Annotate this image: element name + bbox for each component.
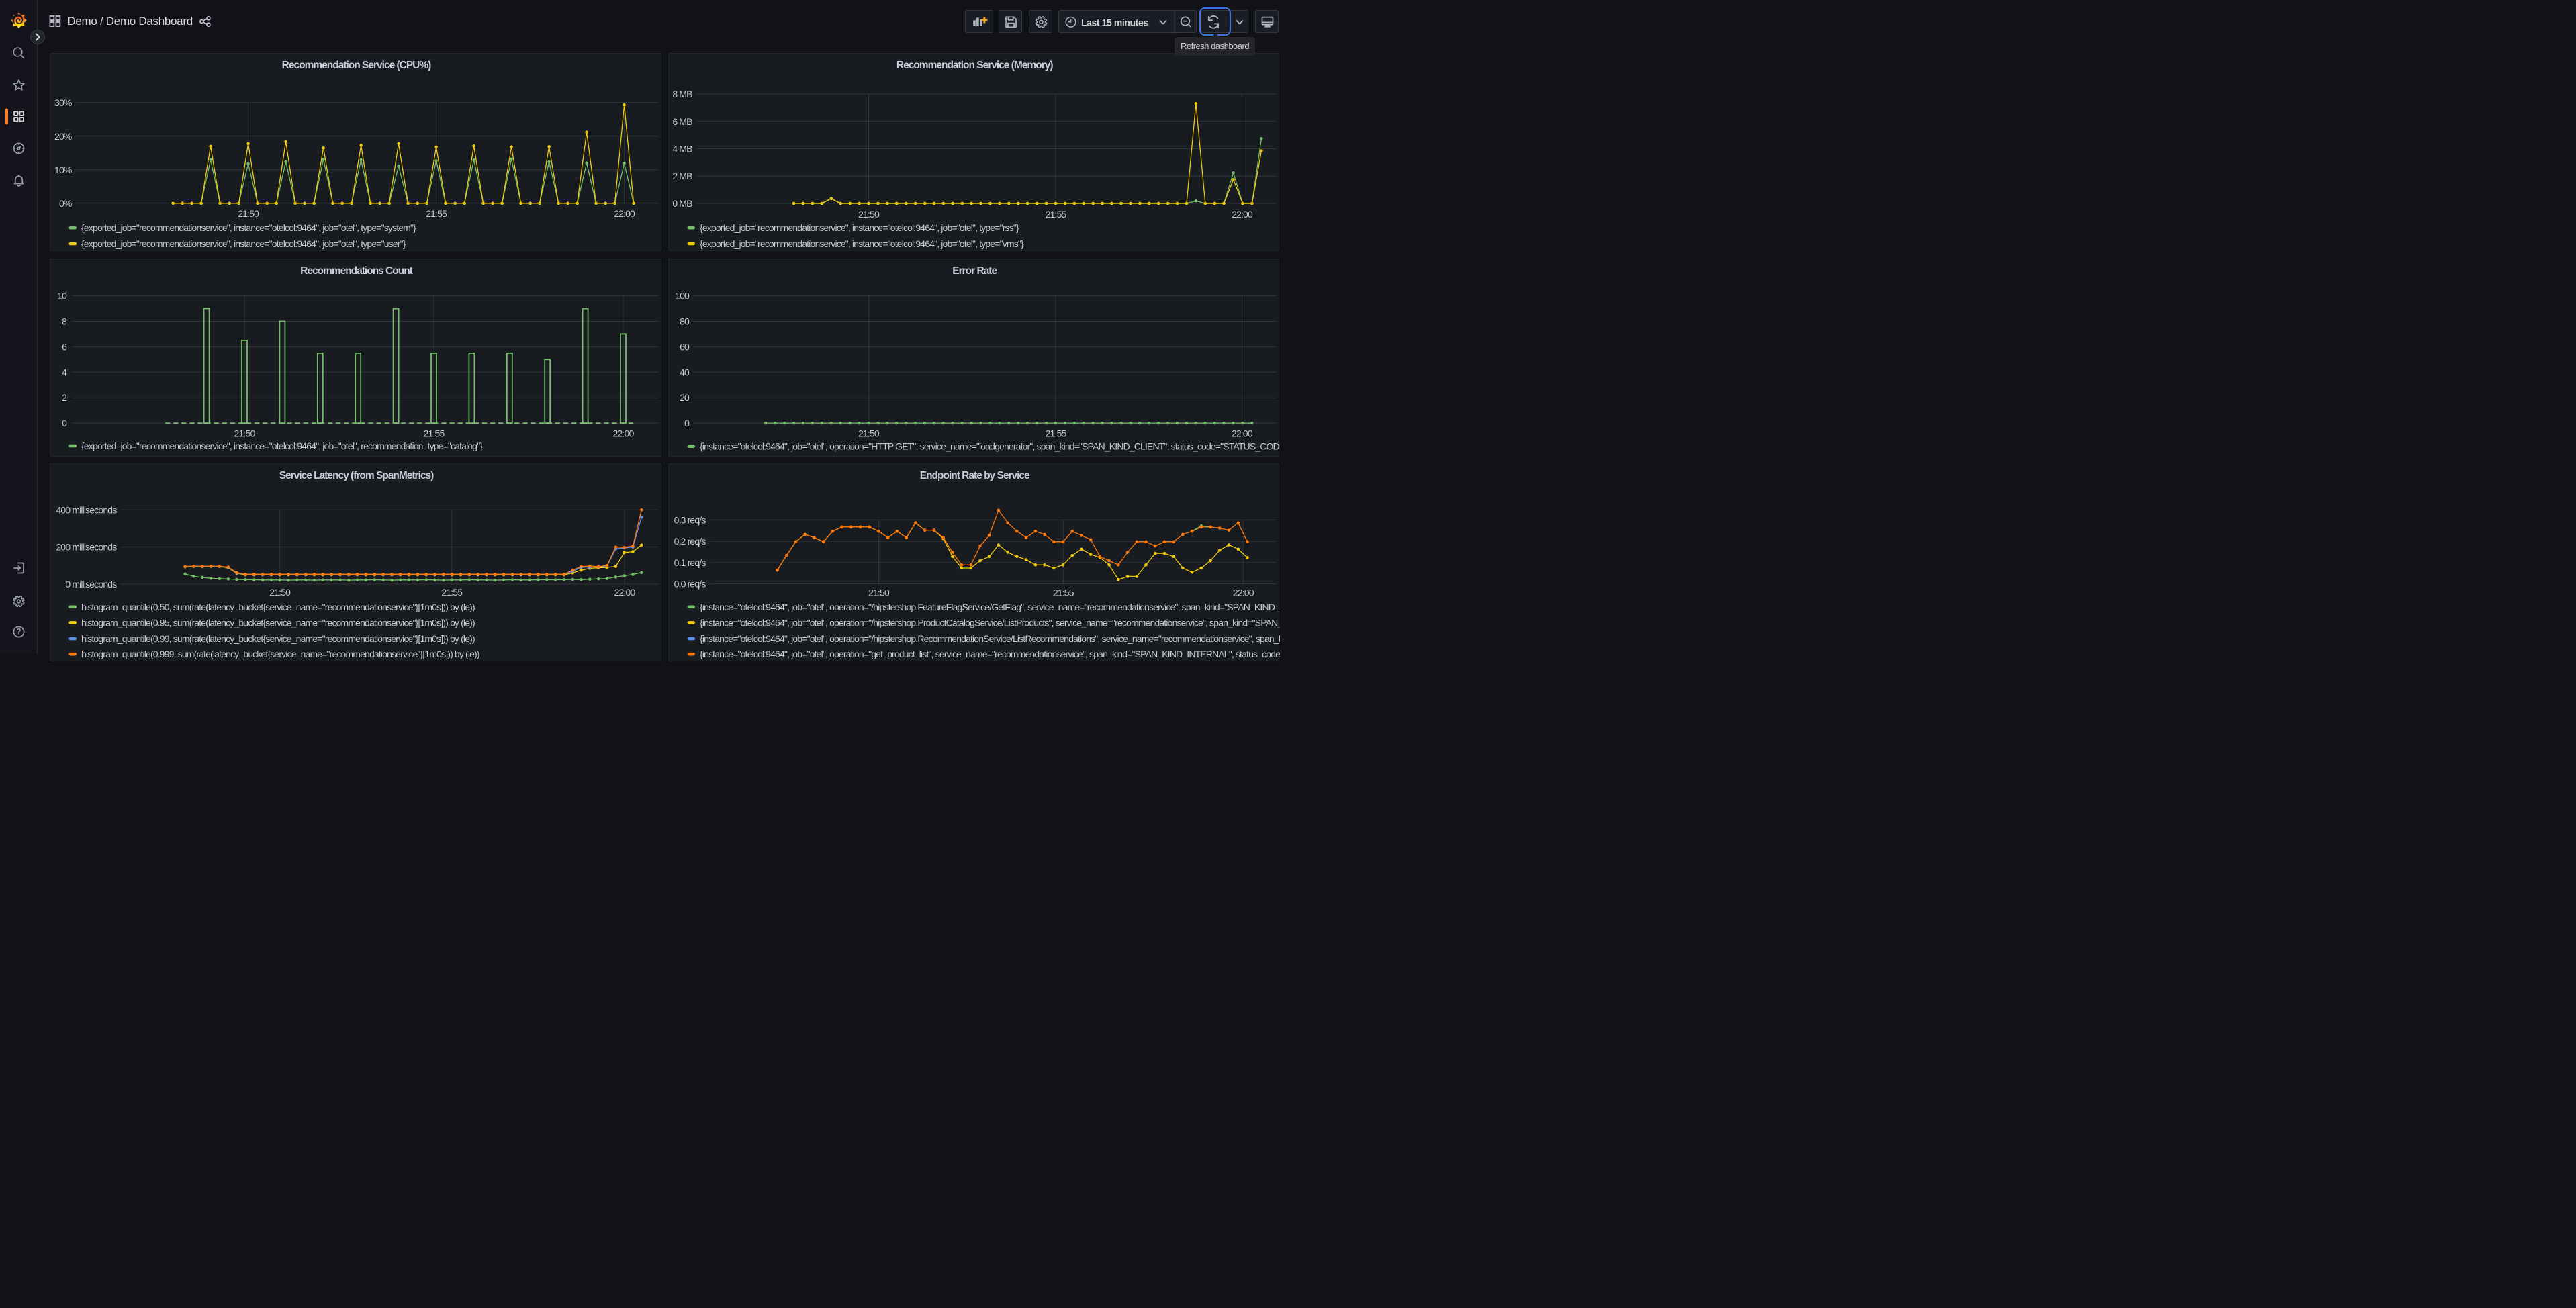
svg-text:Service Latency (from SpanMetr: Service Latency (from SpanMetrics): [279, 470, 434, 481]
svg-text:40: 40: [680, 367, 690, 377]
svg-text:200 milliseconds: 200 milliseconds: [56, 542, 117, 553]
svg-text:{exported_job="recommendations: {exported_job="recommendationservice", i…: [81, 440, 483, 451]
svg-text:{instance="otelcol:9464", job=: {instance="otelcol:9464", job="otel", op…: [700, 649, 1281, 659]
svg-text:60: 60: [680, 341, 690, 352]
svg-text:21:50: 21:50: [868, 587, 890, 598]
svg-text:0%: 0%: [59, 198, 72, 209]
svg-text:{instance="otelcol:9464", job=: {instance="otelcol:9464", job="otel", op…: [700, 617, 1281, 628]
svg-text:Recommendations Count: Recommendations Count: [300, 265, 413, 277]
svg-text:0 milliseconds: 0 milliseconds: [65, 579, 117, 590]
svg-text:400 milliseconds: 400 milliseconds: [56, 504, 117, 515]
svg-text:0.3 req/s: 0.3 req/s: [674, 514, 706, 525]
svg-text:{instance="otelcol:9464", job=: {instance="otelcol:9464", job="otel", op…: [700, 602, 1281, 612]
svg-text:Endpoint Rate by Service: Endpoint Rate by Service: [919, 470, 1029, 481]
svg-text:22:00: 22:00: [614, 208, 635, 219]
svg-text:0.0 req/s: 0.0 req/s: [674, 579, 706, 590]
svg-text:2: 2: [62, 392, 67, 403]
svg-text:Recommendation Service (CPU%): Recommendation Service (CPU%): [282, 60, 431, 71]
svg-text:20%: 20%: [54, 131, 72, 142]
svg-text:{exported_job="recommendations: {exported_job="recommendationservice", i…: [81, 238, 406, 249]
svg-text:Last 15 minutes: Last 15 minutes: [1081, 17, 1148, 28]
svg-text:0 MB: 0 MB: [672, 198, 692, 209]
svg-text:80: 80: [680, 316, 690, 326]
svg-text:21:55: 21:55: [424, 428, 445, 438]
svg-text:{exported_job="recommendations: {exported_job="recommendationservice", i…: [81, 222, 416, 233]
svg-text:0.2 req/s: 0.2 req/s: [674, 536, 706, 547]
svg-text:2 MB: 2 MB: [672, 171, 692, 181]
svg-text:8: 8: [62, 316, 67, 326]
svg-text:6: 6: [62, 341, 67, 352]
svg-text:22:00: 22:00: [614, 587, 636, 598]
svg-text:21:55: 21:55: [1045, 428, 1066, 438]
svg-text:{exported_job="recommendations: {exported_job="recommendationservice", i…: [700, 238, 1024, 249]
svg-text:histogram_quantile(0.999, sum(: histogram_quantile(0.999, sum(rate(laten…: [81, 649, 479, 659]
svg-text:8 MB: 8 MB: [672, 89, 692, 99]
svg-text:22:00: 22:00: [613, 428, 635, 438]
svg-text:21:55: 21:55: [441, 587, 463, 598]
svg-text:20: 20: [680, 392, 690, 403]
svg-text:0: 0: [684, 418, 690, 428]
svg-text:21:50: 21:50: [269, 587, 291, 598]
svg-text:21:50: 21:50: [238, 208, 259, 219]
svg-text:30%: 30%: [54, 97, 72, 108]
svg-text:21:55: 21:55: [1045, 209, 1066, 220]
svg-text:Recommendation Service (Memory: Recommendation Service (Memory): [896, 60, 1052, 71]
svg-text:22:00: 22:00: [1232, 587, 1254, 598]
svg-text:22:00: 22:00: [1232, 209, 1253, 220]
svg-text:21:55: 21:55: [426, 208, 447, 219]
svg-text:21:50: 21:50: [234, 428, 256, 438]
svg-text:21:50: 21:50: [858, 209, 880, 220]
svg-text:{instance="otelcol:9464", job=: {instance="otelcol:9464", job="otel", op…: [700, 440, 1281, 451]
svg-text:100: 100: [675, 290, 690, 301]
svg-text:4: 4: [62, 367, 67, 377]
svg-text:10%: 10%: [54, 165, 72, 175]
svg-text:?: ?: [16, 628, 21, 637]
svg-text:histogram_quantile(0.50, sum(r: histogram_quantile(0.50, sum(rate(latenc…: [81, 602, 475, 612]
svg-text:0.1 req/s: 0.1 req/s: [674, 557, 706, 568]
svg-text:histogram_quantile(0.95, sum(r: histogram_quantile(0.95, sum(rate(latenc…: [81, 617, 475, 628]
svg-text:0: 0: [62, 418, 67, 428]
svg-text:{instance="otelcol:9464", job=: {instance="otelcol:9464", job="otel", op…: [700, 633, 1281, 644]
svg-text:Error Rate: Error Rate: [952, 265, 997, 277]
svg-text:{exported_job="recommendations: {exported_job="recommendationservice", i…: [700, 222, 1019, 233]
svg-text:6 MB: 6 MB: [672, 116, 692, 127]
svg-text:10: 10: [57, 290, 67, 301]
svg-text:4 MB: 4 MB: [672, 144, 692, 154]
svg-text:21:50: 21:50: [858, 428, 880, 438]
svg-text:histogram_quantile(0.99, sum(r: histogram_quantile(0.99, sum(rate(latenc…: [81, 633, 475, 644]
svg-text:22:00: 22:00: [1232, 428, 1253, 438]
svg-text:21:55: 21:55: [1052, 587, 1074, 598]
